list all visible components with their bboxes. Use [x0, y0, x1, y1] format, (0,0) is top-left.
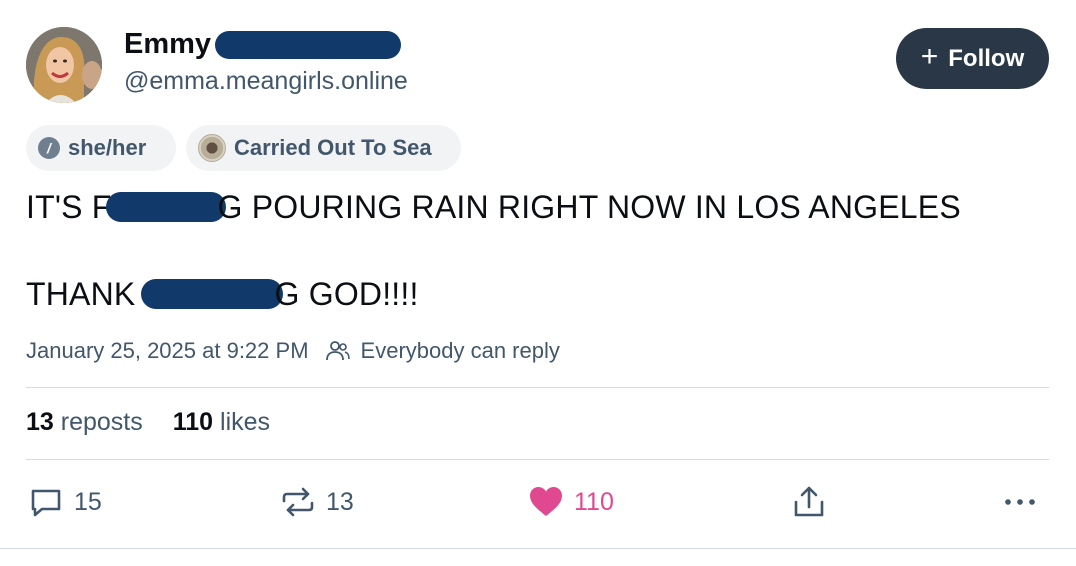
- post-text-line-1: IT'S F G POURING RAIN RIGHT NOW IN LOS AN…: [26, 189, 961, 226]
- share-button[interactable]: [792, 484, 826, 520]
- post-meta: January 25, 2025 at 9:22 PM Everybody ca…: [26, 338, 560, 364]
- repost-icon: [282, 487, 314, 517]
- like-count: 110: [574, 487, 614, 516]
- likes-count: 110: [172, 408, 214, 436]
- reposts-stat[interactable]: 13 reposts: [26, 408, 143, 437]
- display-name-text: Emmy: [124, 28, 212, 60]
- repost-button[interactable]: 13: [280, 484, 354, 520]
- plus-icon: +: [920, 40, 939, 73]
- reply-icon: [31, 489, 61, 517]
- avatar[interactable]: [26, 27, 102, 103]
- post-text-line-2: THANK G GOD!!!!: [26, 276, 419, 313]
- avatar-photo: [26, 27, 102, 103]
- label-avatar-icon: [198, 134, 226, 162]
- share-icon: [794, 486, 824, 517]
- timestamp[interactable]: January 25, 2025 at 9:22 PM: [26, 338, 309, 364]
- divider: [26, 387, 1049, 388]
- divider: [0, 548, 1076, 549]
- post-text-segment: THANK: [26, 276, 145, 312]
- reply-button[interactable]: 15: [28, 484, 102, 520]
- heart-icon: [530, 487, 562, 516]
- redaction-bar: [105, 191, 226, 222]
- likes-label: likes: [220, 408, 271, 436]
- post-text-segment: G GOD!!!!: [274, 276, 419, 312]
- display-name[interactable]: Emmy: [124, 28, 402, 61]
- engagement-stats: 13 reposts 110 likes: [26, 408, 270, 437]
- pronouns-icon: /: [38, 137, 60, 159]
- pronouns-text: she/her: [68, 135, 147, 160]
- more-options-button[interactable]: [1002, 490, 1038, 514]
- redaction-bar: [215, 30, 402, 59]
- reply-count: 15: [74, 487, 102, 516]
- reposts-label: reposts: [60, 408, 143, 436]
- people-icon: [325, 341, 350, 361]
- like-button[interactable]: 110: [528, 484, 614, 520]
- redaction-bar: [140, 278, 283, 309]
- follow-button[interactable]: + Follow: [896, 28, 1049, 89]
- more-options-icon: [1005, 499, 1035, 505]
- pronouns-pill[interactable]: / she/her: [26, 125, 176, 171]
- label-pill[interactable]: Carried Out To Sea: [186, 125, 461, 171]
- reposts-count: 13: [26, 408, 54, 436]
- post-text-segment: IT'S F: [26, 189, 112, 225]
- label-text: Carried Out To Sea: [234, 135, 432, 160]
- divider: [26, 459, 1049, 460]
- post-card: Emmy @emma.meangirls.online + Follow / s…: [0, 0, 1076, 566]
- handle[interactable]: @emma.meangirls.online: [124, 67, 408, 96]
- reply-setting: Everybody can reply: [360, 338, 560, 363]
- follow-button-label: Follow: [948, 44, 1025, 72]
- likes-stat[interactable]: 110 likes: [173, 408, 270, 437]
- repost-count: 13: [326, 487, 354, 516]
- post-text-segment: G POURING RAIN RIGHT NOW IN LOS ANGELES: [217, 189, 961, 225]
